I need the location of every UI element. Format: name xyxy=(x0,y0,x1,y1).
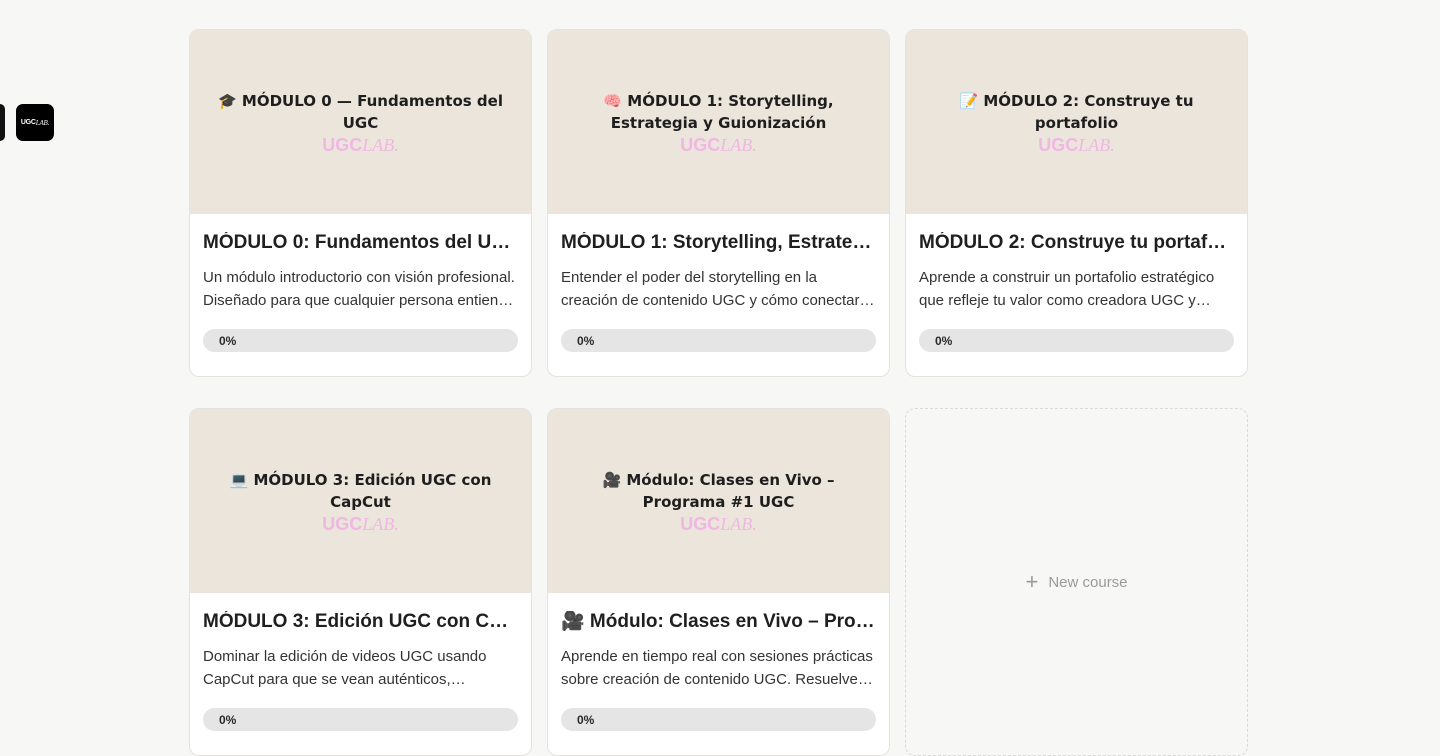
course-title: MÓDULO 2: Construye tu portafolio xyxy=(919,232,1234,253)
thumbnail-title: 🎥 Módulo: Clases en Vivo – Programa #1 U… xyxy=(602,470,835,511)
thumbnail-brand: UGCLAB. xyxy=(1038,134,1115,155)
course-title: MÓDULO 1: Storytelling, Estrategia y Gui… xyxy=(561,232,876,253)
logo-brand-suffix: LAB. xyxy=(35,118,50,127)
course-title: MÓDULO 3: Edición UGC con CapCut xyxy=(203,611,518,632)
thumbnail-brand: UGCLAB. xyxy=(322,134,399,155)
thumbnail-brand: UGCLAB. xyxy=(322,513,399,534)
course-thumbnail: 🎓 MÓDULO 0 — Fundamentos del UGC UGCLAB. xyxy=(190,30,531,214)
thumbnail-title: 📝 MÓDULO 2: Construye tu portafolio xyxy=(959,91,1194,132)
thumbnail-brand: UGCLAB. xyxy=(680,134,757,155)
course-card[interactable]: 🎥 Módulo: Clases en Vivo – Programa #1 U… xyxy=(547,408,890,756)
progress-label: 0% xyxy=(219,333,237,348)
course-thumbnail: 🧠 MÓDULO 1: Storytelling, Estrategia y G… xyxy=(548,30,889,214)
thumbnail-brand: UGCLAB. xyxy=(680,513,757,534)
course-grid: 🎓 MÓDULO 0 — Fundamentos del UGC UGCLAB.… xyxy=(189,29,1248,756)
new-course-button[interactable]: + New course xyxy=(905,408,1248,756)
course-thumbnail: 💻 MÓDULO 3: Edición UGC con CapCut UGCLA… xyxy=(190,409,531,593)
course-thumbnail: 🎥 Módulo: Clases en Vivo – Programa #1 U… xyxy=(548,409,889,593)
course-title: 🎥 Módulo: Clases en Vivo – Programa #1 U… xyxy=(561,611,876,632)
course-description: Aprende a construir un portafolio estrat… xyxy=(919,269,1215,309)
course-card[interactable]: 💻 MÓDULO 3: Edición UGC con CapCut UGCLA… xyxy=(189,408,532,756)
plus-icon: + xyxy=(1025,569,1039,594)
course-title: MÓDULO 0: Fundamentos del UGC xyxy=(203,232,518,253)
logo-brand: UGC xyxy=(20,119,36,126)
course-card[interactable]: 📝 MÓDULO 2: Construye tu portafolio UGCL… xyxy=(905,29,1248,377)
course-progress-bar: 0% xyxy=(919,329,1234,352)
course-progress-bar: 0% xyxy=(203,708,518,731)
course-card[interactable]: 🧠 MÓDULO 1: Storytelling, Estrategia y G… xyxy=(547,29,890,377)
course-card[interactable]: 🎓 MÓDULO 0 — Fundamentos del UGC UGCLAB.… xyxy=(189,29,532,377)
progress-label: 0% xyxy=(219,712,237,727)
ugclab-logo[interactable]: UGC LAB. xyxy=(16,104,54,141)
course-thumbnail: 📝 MÓDULO 2: Construye tu portafolio UGCL… xyxy=(906,30,1247,214)
progress-label: 0% xyxy=(577,712,595,727)
course-description: Un módulo introductorio con visión profe… xyxy=(203,269,515,309)
progress-label: 0% xyxy=(935,333,953,348)
course-progress-bar: 0% xyxy=(561,329,876,352)
course-progress-bar: 0% xyxy=(561,708,876,731)
course-progress-bar: 0% xyxy=(203,329,518,352)
thumbnail-title: 💻 MÓDULO 3: Edición UGC con CapCut xyxy=(229,470,492,511)
course-description: Entender el poder del storytelling en la… xyxy=(561,269,860,309)
sidebar-collapse-tab[interactable] xyxy=(0,104,5,141)
progress-label: 0% xyxy=(577,333,595,348)
thumbnail-title: 🎓 MÓDULO 0 — Fundamentos del UGC xyxy=(218,91,503,132)
thumbnail-title: 🧠 MÓDULO 1: Storytelling, Estrategia y G… xyxy=(603,91,834,132)
course-description: Aprende en tiempo real con sesiones prác… xyxy=(561,648,873,688)
new-course-label: New course xyxy=(1048,573,1128,591)
course-description: Dominar la edición de videos UGC usando … xyxy=(203,648,487,688)
